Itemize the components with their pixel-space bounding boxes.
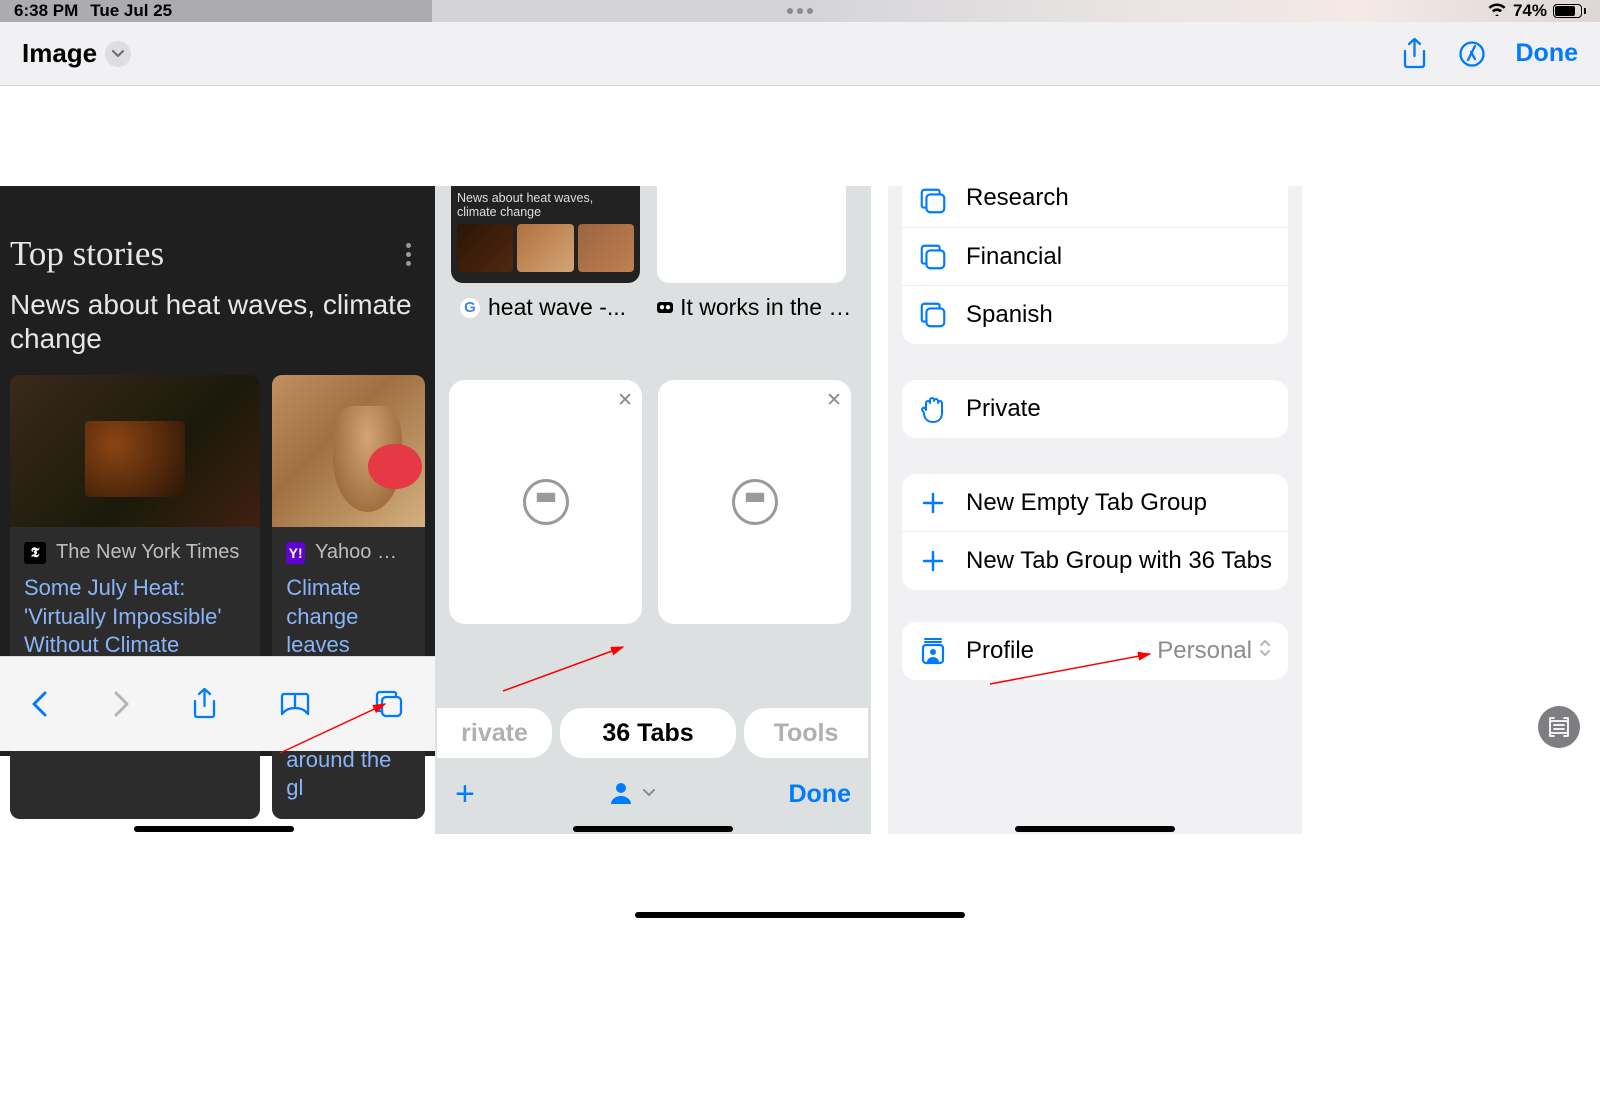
top-stories-heading: Top stories	[10, 234, 164, 274]
empty-tab-tile[interactable]: ✕	[658, 380, 851, 624]
profile-value: Personal	[1157, 637, 1252, 665]
status-bar: 6:38 PM Tue Jul 25 74%	[0, 0, 1600, 22]
title-chevron-icon[interactable]	[105, 41, 131, 67]
tabgroup-icon	[918, 242, 948, 272]
tab-group-item[interactable]: Financial	[902, 228, 1288, 286]
story-image	[272, 375, 425, 527]
profile-icon	[918, 636, 948, 666]
private-group: Private	[902, 380, 1288, 438]
tab-preview[interactable]: News about heat waves, climate change	[451, 186, 640, 283]
story-image	[10, 375, 260, 527]
home-indicator	[1015, 826, 1175, 832]
tab-groups-list: Research Financial Spanish	[902, 186, 1288, 344]
new-tab-group-actions: New Empty Tab Group New Tab Group with 3…	[902, 474, 1288, 590]
empty-tab-tile[interactable]: ✕	[449, 380, 642, 624]
system-home-indicator	[635, 912, 965, 918]
tab-preview[interactable]	[657, 186, 846, 283]
tab-group-item[interactable]: Spanish	[902, 286, 1288, 344]
home-indicator	[573, 826, 733, 832]
profile-group: Profile Personal	[902, 622, 1288, 680]
tabgroup-icon	[918, 300, 948, 330]
google-favicon-icon: G	[459, 297, 481, 319]
tab-group-pill-private[interactable]: rivate	[437, 708, 552, 758]
back-button[interactable]	[30, 689, 50, 719]
plus-icon	[918, 549, 948, 573]
nyt-favicon-icon: 𝕿	[24, 542, 46, 564]
medium-favicon-icon: ●●	[657, 302, 673, 313]
person-icon	[608, 779, 634, 810]
tab-label[interactable]: ●● It works in the bo...	[657, 294, 857, 321]
screenshot-panel-3: Research Financial Spanish Private New E…	[888, 186, 1302, 834]
tabs-button[interactable]	[373, 688, 405, 720]
screenshot-panel-2: News about heat waves, climate change G …	[435, 186, 871, 834]
forward-button[interactable]	[111, 689, 131, 719]
quicklook-button[interactable]	[1538, 706, 1580, 748]
story-source: The New York Times	[56, 541, 239, 564]
profile-switcher[interactable]	[608, 779, 656, 810]
up-down-chevron-icon	[1258, 637, 1272, 665]
chevron-down-icon	[642, 785, 656, 803]
done-button[interactable]: Done	[1516, 39, 1579, 68]
tab-group-pill-current[interactable]: 36 Tabs	[560, 708, 736, 758]
done-button[interactable]: Done	[788, 780, 851, 809]
tabgroup-icon	[918, 186, 948, 216]
tab-group-item[interactable]: Research	[902, 186, 1288, 228]
plus-icon	[918, 491, 948, 515]
yahoo-favicon-icon: Y!	[286, 542, 305, 564]
markup-icon[interactable]	[1458, 40, 1486, 68]
tab-label[interactable]: G heat wave -...	[459, 294, 644, 321]
new-tab-button[interactable]: +	[455, 775, 475, 814]
hand-icon	[918, 394, 948, 424]
share-icon[interactable]	[1401, 37, 1428, 71]
status-date: Tue Jul 25	[90, 1, 172, 21]
battery-percent: 74%	[1513, 1, 1547, 21]
new-tab-group-with-tabs-item[interactable]: New Tab Group with 36 Tabs	[902, 532, 1288, 590]
private-item[interactable]: Private	[902, 380, 1288, 438]
home-indicator	[134, 826, 294, 832]
story-source: Yahoo News	[315, 541, 411, 564]
battery-icon	[1553, 4, 1586, 18]
more-icon[interactable]	[397, 243, 419, 266]
multitasking-dots[interactable]	[787, 8, 813, 14]
wifi-icon	[1487, 1, 1507, 21]
bookmarks-button[interactable]	[278, 690, 312, 718]
app-toolbar: Image Done	[0, 22, 1600, 86]
safari-toolbar	[0, 656, 435, 751]
story-card[interactable]: Y! Yahoo News Climate change leaves fing…	[272, 375, 425, 819]
profile-item[interactable]: Profile Personal	[902, 622, 1288, 680]
top-stories-subtitle: News about heat waves, climate change	[0, 288, 435, 355]
status-time: 6:38 PM	[14, 1, 78, 21]
compass-icon	[732, 479, 778, 525]
compass-icon	[523, 479, 569, 525]
tab-group-pill-tools[interactable]: Tools	[744, 708, 868, 758]
new-empty-tab-group-item[interactable]: New Empty Tab Group	[902, 474, 1288, 532]
document-title[interactable]: Image	[22, 38, 97, 69]
tab-preview-caption: News about heat waves, climate change	[457, 192, 634, 220]
close-icon[interactable]: ✕	[617, 389, 633, 412]
share-button[interactable]	[191, 687, 218, 721]
story-card[interactable]: 𝕿 The New York Times Some July Heat: 'Vi…	[10, 375, 260, 819]
close-icon[interactable]: ✕	[826, 389, 842, 412]
